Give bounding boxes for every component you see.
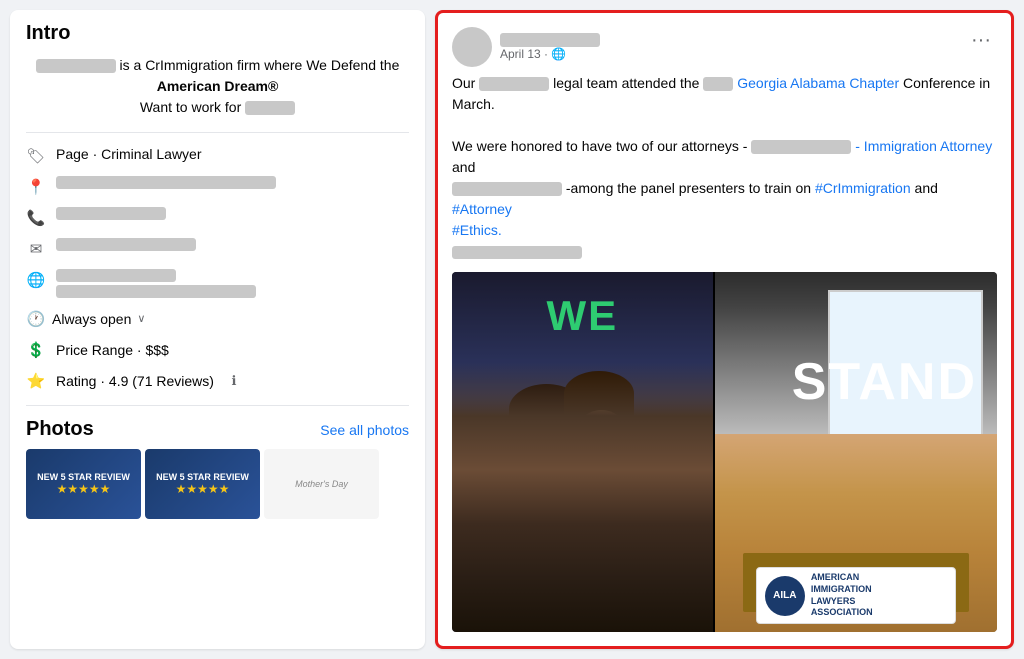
dollar-icon: 💲: [26, 340, 46, 360]
post-image-left: WE: [452, 272, 713, 632]
avatar: [452, 27, 492, 67]
hashtag-ethics[interactable]: #Ethics.: [452, 222, 502, 238]
photos-header: Photos See all photos: [26, 418, 409, 441]
hashtag-extra: [452, 243, 582, 259]
aila-text: AMERICANIMMIGRATIONLAWYERSASSOCIATION: [811, 572, 873, 619]
website-blurred: [56, 269, 409, 298]
intro-title: Intro: [26, 22, 409, 45]
email-row: ✉: [26, 238, 409, 259]
post-body-8: -among the panel presenters to train on: [566, 180, 811, 196]
firm-name-blurred: [36, 59, 116, 73]
phone-blurred: [56, 207, 409, 220]
page-icon: 🏷: [26, 146, 46, 166]
rating-info-icon[interactable]: ℹ: [224, 371, 244, 391]
chevron-down-icon[interactable]: ∨: [137, 312, 145, 325]
work-for-blurred: [245, 101, 295, 115]
post-body-2: legal team attended the: [553, 75, 699, 91]
email-icon: ✉: [26, 239, 46, 259]
website-url-blurred: [56, 269, 176, 282]
aila-badge: AILA AMERICANIMMIGRATIONLAWYERSASSOCIATI…: [756, 567, 956, 624]
post-body-9: and: [915, 180, 938, 196]
we-text: WE: [546, 292, 618, 340]
attorney2-blurred: [452, 182, 562, 196]
photo-2-stars: ★★★★★: [176, 482, 230, 496]
address-blurred: [56, 176, 409, 189]
company-blurred: [479, 77, 549, 91]
intro-want: Want to work for: [140, 99, 241, 115]
divider-2: [26, 405, 409, 406]
org-blurred: [703, 77, 733, 91]
intro-desc2: American Dream®: [157, 78, 279, 94]
price-row: 💲 Price Range · $$$: [26, 339, 409, 360]
right-panel: April 13 · 🌐 ··· Our legal team attended…: [435, 10, 1014, 649]
website-row: 🌐: [26, 269, 409, 298]
post-body-7: and: [452, 159, 475, 175]
people-silhouette: [452, 362, 713, 632]
intro-desc-mid: is a CrImmigration firm where We Defend …: [120, 57, 400, 73]
photo-2-label: NEW 5 STAR REVIEW: [156, 472, 249, 482]
photos-title: Photos: [26, 418, 94, 441]
aila-logo: AILA: [765, 576, 805, 616]
post-body-5: We were honored to have two of our attor…: [452, 138, 747, 154]
photo-thumb-2[interactable]: NEW 5 STAR REVIEW ★★★★★: [145, 449, 260, 519]
post-body-1: Our: [452, 75, 475, 91]
globe-icon: 🌐: [26, 270, 46, 290]
phone-blurred-text: [56, 207, 166, 220]
immigration-attorney-link[interactable]: - Immigration Attorney: [855, 138, 992, 154]
phone-row: 📞: [26, 207, 409, 228]
left-panel: Intro is a CrImmigration firm where We D…: [10, 10, 425, 649]
rating-row: ⭐ Rating · 4.9 (71 Reviews) ℹ: [26, 370, 409, 391]
rating-label: Rating · 4.9 (71 Reviews): [56, 373, 214, 389]
divider-1: [26, 132, 409, 133]
price-label: Price Range · $$$: [56, 342, 169, 358]
email-blurred-text: [56, 238, 196, 251]
stand-text: STAND: [792, 352, 977, 412]
address-blurred-text: [56, 176, 276, 189]
intro-description: is a CrImmigration firm where We Defend …: [26, 55, 409, 118]
always-open-label: Always open: [52, 311, 131, 327]
hashtags-blurred: [452, 246, 582, 259]
post-meta: April 13 · 🌐: [500, 33, 600, 61]
phone-icon: 📞: [26, 208, 46, 228]
post-date: April 13 · 🌐: [500, 47, 600, 61]
post-image-right: STAND AILA AMERICANIMMIGRATIONLAWYERSASS…: [715, 272, 997, 632]
page-type-text: Page · Criminal Lawyer: [56, 145, 409, 165]
photo-1-label: NEW 5 STAR REVIEW: [37, 472, 130, 482]
see-all-photos-link[interactable]: See all photos: [320, 422, 409, 438]
address-row: 📍: [26, 176, 409, 197]
hashtag-attorney[interactable]: #Attorney: [452, 201, 512, 217]
post-header: April 13 · 🌐 ···: [452, 27, 997, 67]
georgia-link[interactable]: Georgia Alabama Chapter: [737, 75, 899, 91]
hours-row[interactable]: 🕐 Always open ∨: [26, 308, 409, 329]
post-body: Our legal team attended the Georgia Alab…: [452, 73, 997, 262]
website-fb-blurred: [56, 285, 256, 298]
more-options-icon[interactable]: ···: [965, 27, 997, 54]
post-user-info: April 13 · 🌐: [452, 27, 600, 67]
photo-1-stars: ★★★★★: [57, 482, 111, 496]
page-type-row: 🏷 Page · Criminal Lawyer: [26, 145, 409, 166]
email-blurred: [56, 238, 409, 251]
clock-icon: 🕐: [26, 309, 46, 329]
photos-row: NEW 5 STAR REVIEW ★★★★★ NEW 5 STAR REVIE…: [26, 449, 409, 519]
post-image: WE STAND AILA AMERICANIMMIGRATIONLAWYERS…: [452, 272, 997, 632]
location-icon: 📍: [26, 177, 46, 197]
hashtag-crimmigration[interactable]: #CrImmigration: [815, 180, 911, 196]
photo-thumb-3[interactable]: Mother's Day: [264, 449, 379, 519]
photo-thumb-1[interactable]: NEW 5 STAR REVIEW ★★★★★: [26, 449, 141, 519]
username-blurred: [500, 33, 600, 47]
star-icon: ⭐: [26, 371, 46, 391]
photo-3-label: Mother's Day: [295, 479, 348, 489]
attorney1-blurred: [751, 140, 851, 154]
